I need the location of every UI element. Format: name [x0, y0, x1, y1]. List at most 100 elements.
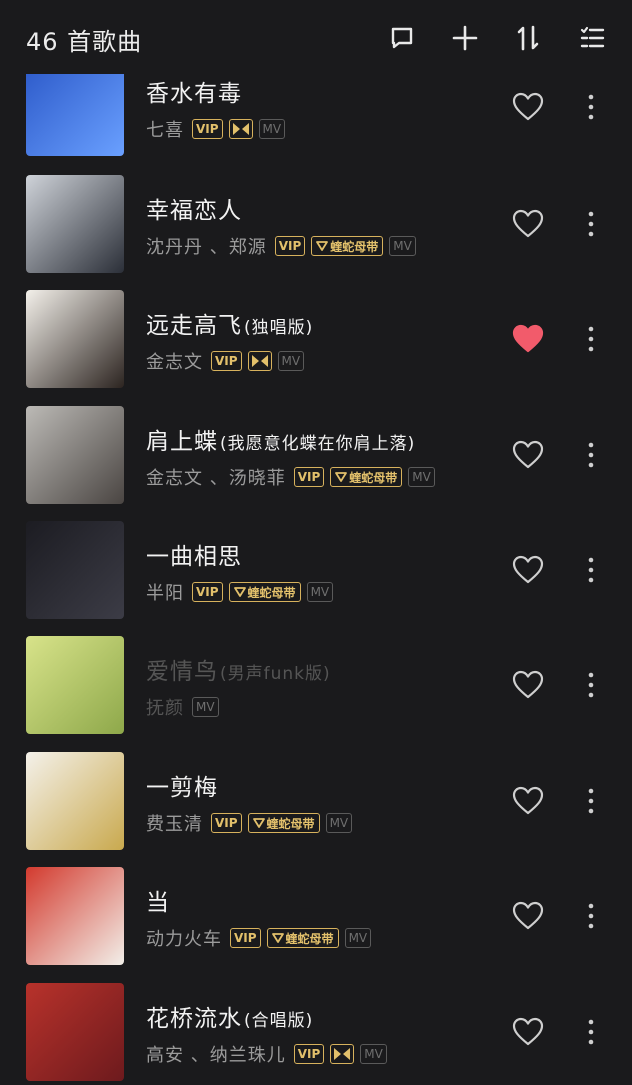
vip-badge: VIP: [274, 236, 306, 256]
heart-icon: [512, 209, 544, 238]
viper-master-label: 蝰蛇母带: [266, 816, 315, 831]
like-button[interactable]: [512, 440, 544, 470]
more-vertical-icon: [588, 211, 594, 237]
album-cover: [26, 867, 124, 965]
viper-icon: [271, 933, 284, 943]
dts-badge: [228, 119, 253, 139]
like-button[interactable]: [512, 670, 544, 700]
mv-badge[interactable]: MV: [306, 582, 334, 602]
more-options-button[interactable]: [580, 324, 602, 354]
viper-master-label: 蝰蛇母带: [285, 931, 334, 946]
more-vertical-icon: [588, 326, 594, 352]
more-options-button[interactable]: [580, 209, 602, 239]
vip-badge: VIP: [211, 813, 242, 833]
mv-badge[interactable]: MV: [344, 928, 372, 948]
viper-master-badge: 蝰蛇母带: [266, 928, 339, 948]
mv-badge[interactable]: MV: [389, 236, 416, 256]
album-cover: [26, 290, 124, 388]
song-row[interactable]: 一剪梅 费玉清 VIP 蝰蛇母带 MV: [0, 752, 632, 867]
dts-icon: [232, 123, 249, 135]
more-options-button[interactable]: [580, 901, 602, 931]
more-options-button[interactable]: [580, 555, 602, 585]
sort-button[interactable]: [510, 20, 546, 56]
song-row[interactable]: 当动力火车 VIP 蝰蛇母带 MV: [0, 867, 632, 982]
viper-master-label: 蝰蛇母带: [247, 585, 296, 600]
more-vertical-icon: [588, 672, 594, 698]
album-cover: [26, 521, 124, 619]
mv-badge[interactable]: MV: [360, 1044, 387, 1064]
song-row[interactable]: 幸福恋人 沈丹丹 、郑源 VIP 蝰蛇母带 MV: [0, 175, 632, 290]
mv-badge[interactable]: MV: [192, 697, 219, 717]
viper-master-badge: 蝰蛇母带: [330, 467, 403, 487]
heart-icon: [512, 786, 544, 815]
song-title-text: 香水有毒: [146, 81, 242, 107]
song-title: 一剪梅: [146, 768, 218, 802]
song-row[interactable]: 肩上蝶 (我愿意化蝶在你肩上落) 金志文 、汤晓菲 VIP 蝰蛇母带 MV: [0, 406, 632, 521]
more-options-button[interactable]: [580, 786, 602, 816]
song-title-text: 花桥流水: [146, 1006, 242, 1032]
more-options-button[interactable]: [580, 92, 602, 122]
album-cover: [26, 406, 124, 504]
song-row[interactable]: 一曲相思 半阳 VIP 蝰蛇母带 MV: [0, 521, 632, 636]
add-button[interactable]: [447, 20, 483, 56]
viper-master-badge: 蝰蛇母带: [228, 582, 301, 602]
like-button[interactable]: [512, 555, 544, 585]
song-meta: 抚颜 MV: [146, 694, 225, 720]
song-version: (我愿意化蝶在你肩上落): [220, 434, 416, 454]
song-title: 当: [146, 883, 170, 917]
heart-icon: [512, 901, 544, 930]
more-options-button[interactable]: [580, 670, 602, 700]
album-cover: [26, 983, 124, 1081]
like-button[interactable]: [512, 901, 544, 931]
song-meta: 动力火车 VIP 蝰蛇母带 MV: [146, 925, 377, 951]
artist-name: 金志文 、汤晓菲: [146, 468, 286, 489]
heart-icon: [512, 1017, 544, 1046]
multi-select-button[interactable]: [384, 20, 420, 56]
heart-icon: [512, 440, 544, 469]
heart-icon: [512, 555, 544, 584]
heart-icon: [512, 324, 544, 353]
like-button[interactable]: [512, 1017, 544, 1047]
song-meta: 高安 、纳兰珠儿 VIP MV: [146, 1041, 393, 1067]
dts-icon: [251, 355, 268, 367]
song-row[interactable]: 爱情鸟 (男声funk版) 抚颜 MV: [0, 636, 632, 751]
mv-badge[interactable]: MV: [408, 467, 435, 487]
list-manage-icon: [580, 26, 605, 48]
like-button[interactable]: [512, 324, 544, 354]
more-vertical-icon: [588, 1019, 594, 1045]
sort-icon: [517, 25, 539, 51]
manage-list-button[interactable]: [574, 20, 610, 56]
song-meta: 金志文 、汤晓菲 VIP 蝰蛇母带 MV: [146, 464, 441, 490]
heart-icon: [512, 670, 544, 699]
vip-badge: VIP: [230, 928, 261, 948]
song-title-text: 爱情鸟: [146, 659, 218, 685]
dts-icon: [334, 1048, 351, 1060]
song-row[interactable]: 香水有毒 七喜 VIP MV: [0, 56, 632, 173]
add-icon: [452, 25, 478, 51]
song-meta: 金志文 VIP MV: [146, 348, 310, 374]
viper-master-badge: 蝰蛇母带: [311, 236, 384, 256]
dts-badge: [330, 1044, 355, 1064]
mv-badge[interactable]: MV: [258, 119, 286, 139]
song-title: 肩上蝶 (我愿意化蝶在你肩上落): [146, 422, 415, 456]
viper-icon: [316, 241, 329, 251]
like-button[interactable]: [512, 92, 544, 122]
vip-badge: VIP: [192, 119, 223, 139]
viper-icon: [233, 587, 246, 597]
song-version: (独唱版): [244, 318, 314, 338]
mv-badge[interactable]: MV: [277, 351, 305, 371]
like-button[interactable]: [512, 209, 544, 239]
vip-badge: VIP: [192, 582, 223, 602]
viper-master-label: 蝰蛇母带: [349, 470, 398, 485]
song-meta: 七喜 VIP MV: [146, 116, 291, 142]
song-row[interactable]: 远走高飞 (独唱版) 金志文 VIP MV: [0, 290, 632, 405]
like-button[interactable]: [512, 786, 544, 816]
more-options-button[interactable]: [580, 1017, 602, 1047]
song-row[interactable]: 花桥流水 (合唱版) 高安 、纳兰珠儿 VIP MV: [0, 983, 632, 1085]
song-meta: 费玉清 VIP 蝰蛇母带 MV: [146, 810, 358, 836]
song-list-header: 46 首歌曲: [0, 0, 632, 74]
song-title: 爱情鸟 (男声funk版): [146, 652, 331, 686]
more-vertical-icon: [588, 903, 594, 929]
mv-badge[interactable]: MV: [325, 813, 353, 833]
more-options-button[interactable]: [580, 440, 602, 470]
